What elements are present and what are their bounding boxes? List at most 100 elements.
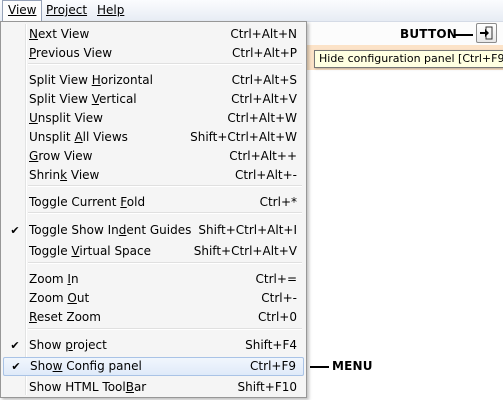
- menu-item-label-text: View: [67, 168, 100, 182]
- menu-item[interactable]: Unsplit View Ctrl+Alt+W: [3, 109, 304, 128]
- menu-item[interactable]: Unsplit All Views Shift+Ctrl+Alt+W: [3, 128, 304, 147]
- menu-help[interactable]: Help: [92, 0, 129, 21]
- menu-item-shortcut: Shift+Ctrl+Alt+V: [193, 244, 297, 258]
- menu-item-label-text: Show: [29, 338, 66, 352]
- menu-separator: [28, 262, 302, 264]
- menu-item-label-text: eset Zoom: [36, 310, 101, 324]
- menu-item[interactable]: Next View Ctrl+Alt+N: [3, 25, 304, 44]
- menu-annotation-label: MENU: [332, 359, 373, 373]
- menu-item-label-text: row View: [38, 149, 93, 163]
- menu-item-label-text: old: [126, 195, 146, 209]
- menu-item-label: Zoom In: [29, 270, 79, 289]
- menu-item-shortcut: Ctrl+Alt+S: [231, 73, 297, 87]
- menu-item-label-text: Show HTML Tool: [29, 380, 126, 394]
- menu-item-label-text: ar: [133, 380, 147, 394]
- menu-item-label-text: Split View: [29, 92, 92, 106]
- menu-item-shortcut: Shift+F4: [245, 338, 297, 352]
- menu-separator: [28, 185, 302, 187]
- menu-item-label: Unsplit View: [29, 109, 103, 128]
- menu-item-label: Next View: [29, 25, 89, 44]
- button-annotation-label: BUTTON: [400, 27, 457, 41]
- menu-item-label: Shrink View: [29, 166, 99, 185]
- menu-item-mnemonic: N: [29, 27, 38, 41]
- button-annotation-line: [455, 34, 473, 36]
- menu-item[interactable]: Split View Vertical Ctrl+Alt+V: [3, 90, 304, 109]
- menu-item-label: Grow View: [29, 147, 92, 166]
- menu-item[interactable]: Toggle Current Fold Ctrl+*: [3, 193, 304, 212]
- menu-item-mnemonic: R: [29, 310, 37, 324]
- menu-item[interactable]: ✔ Toggle Show Indent Guides Shift+Ctrl+Alt…: [3, 221, 304, 240]
- menu-item-mnemonic: V: [91, 92, 99, 106]
- menu-item[interactable]: Split View Horizontal Ctrl+Alt+S: [3, 71, 304, 90]
- menu-item-shortcut: Ctrl+0: [257, 310, 297, 324]
- menu-item-label-text: nsplit View: [37, 111, 103, 125]
- menu-item-label: Toggle Current Fold: [29, 193, 145, 212]
- menu-item-label-text: ut: [76, 291, 90, 305]
- menu-item-label: Unsplit All Views: [29, 128, 128, 147]
- menu-item[interactable]: Previous View Ctrl+Alt+P: [3, 44, 304, 63]
- menu-item[interactable]: ✔ Show project Shift+F4: [3, 336, 304, 355]
- menu-item[interactable]: Grow View Ctrl+Alt++: [3, 147, 304, 166]
- menu-separator: [28, 328, 302, 330]
- menu-item-shortcut: Ctrl+F9: [250, 359, 296, 373]
- menu-project[interactable]: Project: [41, 0, 92, 21]
- menu-bar: View Project Help: [0, 0, 503, 22]
- menu-item-shortcut: Shift+F10: [237, 380, 297, 394]
- menu-item[interactable]: Zoom Out Ctrl+-: [3, 289, 304, 308]
- menu-item-mnemonic: p: [65, 338, 73, 352]
- check-icon: ✔: [10, 339, 20, 352]
- menu-item-label-text: Toggle Current: [29, 195, 121, 209]
- menu-item-shortcut: Ctrl+Alt+-: [234, 168, 297, 182]
- menu-item-label-text: Zoom: [29, 272, 68, 286]
- menu-item-mnemonic: G: [29, 149, 39, 163]
- menu-item-shortcut: Ctrl+=: [255, 272, 297, 286]
- menu-view[interactable]: View: [2, 0, 43, 21]
- menu-item-mnemonic: H: [91, 73, 101, 87]
- menu-item-shortcut: Ctrl+Alt+P: [232, 46, 297, 60]
- menu-item-label: Show HTML ToolBar: [29, 378, 146, 397]
- menu-item-label-text: orizontal: [100, 73, 153, 87]
- menu-item-label: Split View Horizontal: [29, 71, 153, 90]
- menu-item-label: Reset Zoom: [29, 308, 101, 327]
- menu-item-label-text: n: [70, 272, 79, 286]
- menu-item-label: Toggle Show Indent Guides: [29, 221, 191, 240]
- menu-item-mnemonic: O: [67, 291, 77, 305]
- menu-item-shortcut: Ctrl+*: [259, 195, 297, 209]
- menu-item-label: Show project: [29, 336, 107, 355]
- menu-item[interactable]: Shrink View Ctrl+Alt+-: [3, 166, 304, 185]
- check-icon: ✔: [11, 360, 21, 373]
- menu-item-shortcut: Shift+Ctrl+Alt+I: [198, 223, 297, 237]
- menu-item-label-text: ext View: [37, 27, 90, 41]
- menu-view-label: View: [8, 3, 37, 17]
- menu-separator: [28, 212, 302, 214]
- menu-item-label: Show Config panel: [30, 358, 142, 375]
- menu-item-label-text: Unsplit: [29, 130, 75, 144]
- menu-item[interactable]: Zoom In Ctrl+=: [3, 270, 304, 289]
- menu-item[interactable]: Reset Zoom Ctrl+0: [3, 308, 304, 327]
- menu-item[interactable]: ✔ Show Config panel Ctrl+F9: [3, 357, 304, 376]
- menu-item-label: Split View Vertical: [29, 90, 137, 109]
- menu-item-label-text: ertical: [99, 92, 137, 106]
- menu-item[interactable]: Show HTML ToolBar Shift+F10: [3, 378, 304, 397]
- menu-item-label-text: Split View: [29, 73, 92, 87]
- menu-item-shortcut: Ctrl+Alt++: [229, 149, 297, 163]
- menu-separator: [28, 63, 302, 65]
- menu-item-label-text: ent Guides: [126, 223, 192, 237]
- menu-item-shortcut: Shift+Ctrl+Alt+W: [190, 130, 297, 144]
- menu-item-shortcut: Ctrl+Alt+W: [227, 111, 297, 125]
- menu-item-mnemonic: P: [29, 46, 37, 60]
- menu-item-label-text: Zoom: [29, 291, 68, 305]
- menu-item-label-text: Shrin: [29, 168, 61, 182]
- menu-item-label-text: Sho: [30, 359, 53, 373]
- menu-item-label-text: roject: [72, 338, 107, 352]
- menu-item-label-text: Toggle Show In: [29, 223, 119, 237]
- menu-item-label-text: revious View: [36, 46, 113, 60]
- menu-item-shortcut: Ctrl+-: [261, 291, 297, 305]
- menu-item-label: Previous View: [29, 44, 112, 63]
- menu-item[interactable]: Toggle Virtual Space Shift+Ctrl+Alt+V: [3, 242, 304, 261]
- hide-config-panel-button[interactable]: [476, 23, 497, 43]
- menu-item-label-text: Config panel: [62, 359, 142, 373]
- menu-item-label: Zoom Out: [29, 289, 89, 308]
- panel-arrow-icon: [480, 26, 493, 40]
- menu-project-label: Project: [46, 3, 88, 17]
